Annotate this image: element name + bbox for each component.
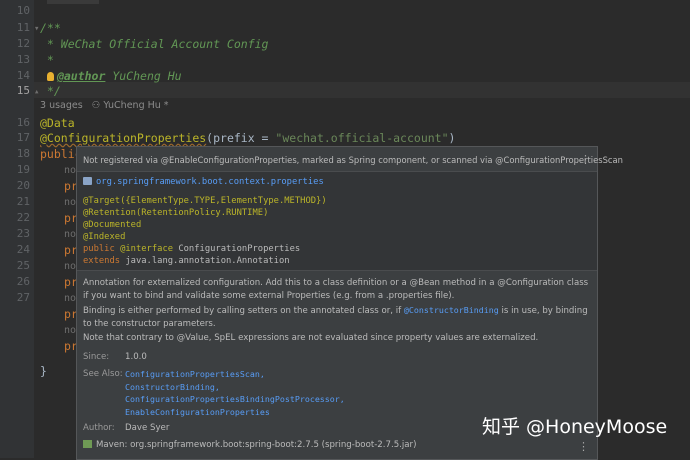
line-number: 22 [16,211,30,224]
line-number: 21 [16,195,30,208]
constructor-binding-link[interactable]: @ConstructorBinding [404,305,499,315]
fold-marker-icon[interactable]: ▴ [34,87,39,97]
vertical-ellipsis-icon[interactable]: ⋮ [580,153,591,166]
vertical-ellipsis-icon[interactable]: ⋮ [578,440,589,453]
see-also-link[interactable]: ConfigurationPropertiesBindingPostProces… [125,393,345,406]
fold-marker-icon[interactable]: ▾ [34,24,39,34]
line-number: 13 [16,53,30,66]
maven-row: Maven: org.springframework.boot:spring-b… [83,439,416,452]
see-also-row: See Also: ConfigurationPropertiesScan, Con… [83,368,345,418]
line-number: 19 [16,163,30,176]
line-number: 26 [16,275,30,288]
annotation-args-close: ) [448,131,456,145]
prefix-value: "wechat.official-account" [275,131,449,145]
popup-warning-header: Not registered via @EnableConfigurationP… [77,147,623,171]
package-line[interactable]: org.springframework.boot.context.propert… [83,177,324,187]
desc-paragraph: Annotation for externalized configuratio… [83,278,589,301]
tab-bar-remnant [47,0,99,4]
line-number: 27 [16,291,30,304]
zhihu-watermark: 知乎 @HoneyMoose [482,416,668,438]
author-row: Author: Dave Syer [83,422,169,435]
warning-text: Not registered via @EnableConfigurationP… [83,155,623,165]
usages-hint[interactable]: 3 usages [40,100,83,111]
config-properties-line[interactable]: @ConfigurationProperties(prefix = "wecha… [40,131,455,145]
line-number: 11 [16,21,30,34]
sig-extends: extends java.lang.annotation.Annotation [83,256,290,266]
line-number-current: 15 [16,84,30,97]
signature-block: org.springframework.boot.context.propert… [77,171,597,271]
line-number: 18 [16,147,30,160]
sig-public-keyword: public [83,244,121,254]
library-icon [83,440,92,448]
doc-comment-open: /** [40,21,61,35]
desc-paragraph: Note that contrary to @Value, SpEL expre… [83,333,539,343]
see-also-link[interactable]: EnableConfigurationProperties [125,406,345,419]
desc-paragraph: Binding is either performed by calling s… [83,304,589,330]
package-icon [83,177,92,185]
see-also-link[interactable]: ConfigurationPropertiesScan, [125,368,345,381]
line-number: 23 [16,227,30,240]
see-also-list: ConfigurationPropertiesScan, ConstructorB… [125,368,345,418]
annotation-args-open: (prefix = [206,131,276,145]
line-number: 17 [16,131,30,144]
field-modifier: no [64,293,77,304]
doc-author-line: @author YuCheng Hu [40,69,182,83]
line-number: 10 [16,4,30,17]
author-hint[interactable]: YuCheng Hu * [103,100,168,111]
line-number: 20 [16,179,30,192]
inlay-hints[interactable]: 3 usages ⚇ YuCheng Hu * [40,100,169,111]
line-number: 12 [16,37,30,50]
field-modifier: no [64,229,77,240]
desc-text: Binding is either performed by calling s… [83,306,404,316]
closing-brace: } [40,364,47,378]
sig-extends-keyword: extends [83,256,121,266]
author-label: Author: [83,423,115,433]
since-value: 1.0.0 [125,352,147,362]
data-annotation[interactable]: @Data [40,116,75,130]
doc-comment-line: * [40,53,54,67]
since-row: Since: 1.0.0 [83,351,147,364]
sig-interface-keyword: @interface [120,244,174,254]
author-value: Dave Syer [125,423,170,433]
sig-documented: @Documented [83,220,142,230]
sig-target: @Target({ElementType.TYPE,ElementType.ME… [83,196,327,206]
maven-coordinates: Maven: org.springframework.boot:spring-b… [96,440,417,450]
sig-retention: @Retention(RetentionPolicy.RUNTIME) [83,208,269,218]
lightbulb-icon[interactable] [46,72,54,81]
field-modifier: no [64,165,77,176]
author-name: YuCheng Hu [105,69,182,83]
field-modifier: no [64,261,77,272]
line-number: 25 [16,259,30,272]
line-number: 24 [16,243,30,256]
sig-name: ConfigurationProperties [173,244,301,254]
current-line-highlight [34,82,690,98]
field-modifier: no [64,325,77,336]
sig-declaration: public @interface ConfigurationPropertie… [83,244,300,254]
sig-extends-type: java.lang.annotation.Annotation [120,256,290,266]
package-link[interactable]: org.springframework.boot.context.propert… [96,177,324,187]
doc-comment-title: * WeChat Official Account Config [40,37,269,51]
config-properties-annotation[interactable]: @ConfigurationProperties [40,131,206,145]
see-also-label: See Also: [83,369,123,379]
description: Annotation for externalized configuratio… [83,277,589,347]
line-number: 16 [16,116,30,129]
line-number: 14 [16,69,30,82]
since-label: Since: [83,352,110,362]
see-also-link[interactable]: ConstructorBinding, [125,381,345,394]
doc-comment-close: */ [40,84,61,98]
sig-indexed: @Indexed [83,232,126,242]
author-tag: @author [56,69,106,83]
person-icon: ⚇ [91,100,101,111]
field-modifier: no [64,197,77,208]
